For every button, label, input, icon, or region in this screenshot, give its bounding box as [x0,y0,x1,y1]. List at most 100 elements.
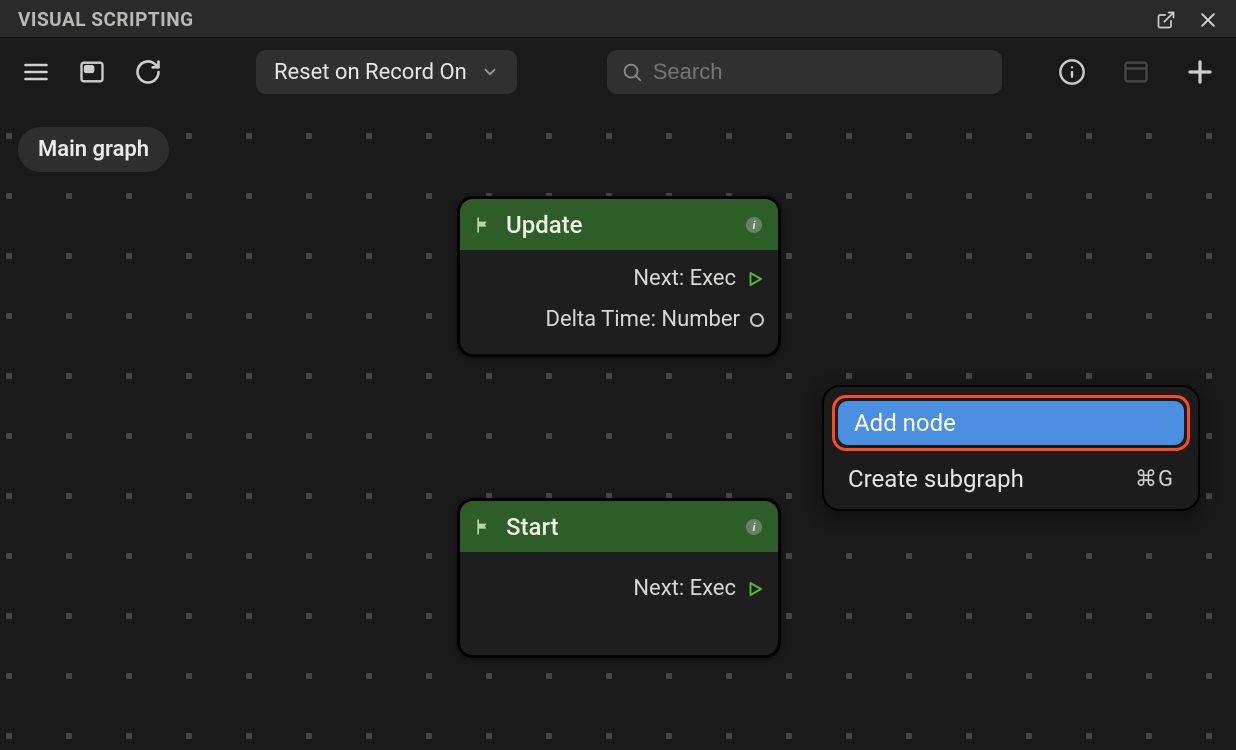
grid-dot [906,253,912,259]
grid-dot [786,133,792,139]
exec-port-icon [746,580,764,598]
grid-dot [6,313,12,319]
grid-dot [966,733,972,739]
grid-dot [6,133,12,139]
grid-dot [246,433,252,439]
grid-dot [1146,253,1152,259]
grid-dot [426,193,432,199]
grid-dot [906,133,912,139]
grid-dot [1206,313,1212,319]
grid-dot [846,733,852,739]
grid-dot [186,673,192,679]
close-icon[interactable] [1198,10,1218,30]
grid-dot [126,313,132,319]
node-info-icon[interactable]: i [746,217,762,233]
port-start-next[interactable]: Next: Exec [474,560,764,609]
grid-dot [306,613,312,619]
record-mode-dropdown[interactable]: Reset on Record On [256,50,517,94]
panel-titlebar: VISUAL SCRIPTING [0,0,1236,38]
add-icon[interactable] [1182,54,1218,90]
grid-dot [246,253,252,259]
grid-dot [306,253,312,259]
node-info-icon[interactable]: i [746,519,762,535]
grid-dot [366,313,372,319]
search-icon [621,61,643,83]
node-start-header[interactable]: Start i [460,501,778,552]
context-menu-add-node[interactable]: Add node [838,401,1184,445]
grid-dot [966,193,972,199]
layout-icon[interactable] [74,54,110,90]
visual-scripting-panel: VISUAL SCRIPTING Reset on Record On [0,0,1236,750]
grid-dot [1026,673,1032,679]
grid-dot [486,373,492,379]
grid-dot [246,313,252,319]
grid-dot [1026,553,1032,559]
node-update-header[interactable]: Update i [460,199,778,250]
grid-dot [1086,133,1092,139]
grid-dot [606,373,612,379]
info-icon[interactable] [1054,54,1090,90]
context-menu-shortcut: ⌘G [1135,467,1174,492]
grid-dot [546,433,552,439]
window-icon[interactable] [1118,54,1154,90]
grid-dot [666,433,672,439]
grid-dot [366,253,372,259]
grid-dot [786,613,792,619]
grid-dot [306,373,312,379]
grid-dot [666,133,672,139]
grid-dot [1026,733,1032,739]
breadcrumb[interactable]: Main graph [18,127,169,172]
grid-dot [546,733,552,739]
grid-dot [186,193,192,199]
grid-dot [66,553,72,559]
node-update[interactable]: Update i Next: Exec Delta Time: Number [457,196,781,357]
grid-dot [366,493,372,499]
port-update-next[interactable]: Next: Exec [474,258,764,299]
node-update-title: Update [506,211,734,239]
refresh-icon[interactable] [130,54,166,90]
popout-icon[interactable] [1156,10,1176,30]
grid-dot [1146,673,1152,679]
grid-dot [6,193,12,199]
grid-dot [486,433,492,439]
grid-dot [1206,373,1212,379]
node-start[interactable]: Start i Next: Exec [457,498,781,658]
toolbar-right [1054,54,1218,90]
grid-dot [546,673,552,679]
search-input[interactable] [653,59,988,85]
graph-canvas[interactable]: Main graph Update i Next: Exec Delta Tim… [0,110,1236,750]
grid-dot [306,133,312,139]
grid-dot [606,733,612,739]
grid-dot [966,313,972,319]
context-menu: Add node Create subgraph ⌘G [822,385,1200,511]
menu-icon[interactable] [18,54,54,90]
grid-dot [1026,613,1032,619]
grid-dot [246,733,252,739]
grid-dot [186,733,192,739]
node-update-body: Next: Exec Delta Time: Number [460,250,778,354]
grid-dot [1026,373,1032,379]
grid-dot [1146,733,1152,739]
record-mode-label: Reset on Record On [274,60,467,85]
grid-dot [966,133,972,139]
grid-dot [66,193,72,199]
grid-dot [906,193,912,199]
grid-dot [546,133,552,139]
exec-port-icon [746,270,764,288]
grid-dot [1086,193,1092,199]
grid-dot [1206,133,1212,139]
grid-dot [1206,193,1212,199]
grid-dot [966,673,972,679]
grid-dot [1146,193,1152,199]
port-update-delta[interactable]: Delta Time: Number [474,299,764,340]
node-start-title: Start [506,513,734,541]
grid-dot [126,493,132,499]
context-menu-create-subgraph[interactable]: Create subgraph ⌘G [832,457,1190,501]
grid-dot [366,613,372,619]
grid-dot [846,553,852,559]
search-field[interactable] [607,50,1002,94]
grid-dot [966,553,972,559]
grid-dot [786,313,792,319]
grid-dot [246,493,252,499]
number-port-icon [750,313,764,327]
